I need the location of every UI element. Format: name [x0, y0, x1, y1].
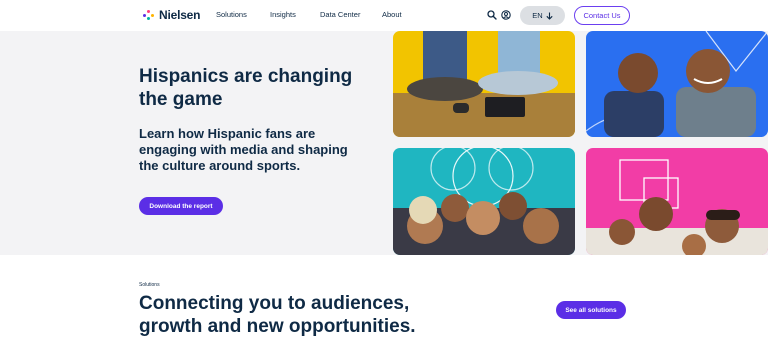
contact-us-button[interactable]: Contact Us — [574, 6, 630, 25]
nav-insights[interactable]: Insights — [270, 10, 296, 19]
section-title: Connecting you to audiences, growth and … — [139, 293, 416, 337]
hero-title: Hispanics are changing the game — [139, 66, 353, 110]
section-label: Solutions — [139, 282, 160, 288]
nav-solutions[interactable]: Solutions — [216, 10, 247, 19]
hero-photo-friends-sitting — [393, 31, 575, 137]
site-header: Nielsen Solutions Insights Data Center A… — [0, 0, 768, 31]
user-circle-icon[interactable] — [501, 10, 511, 20]
nielsen-logo[interactable]: Nielsen — [143, 8, 200, 22]
see-all-solutions-button[interactable]: See all solutions — [556, 301, 626, 319]
language-label: EN — [532, 11, 543, 20]
hero-photo-men-celebrating — [586, 31, 768, 137]
search-icon[interactable] — [487, 10, 497, 20]
nav-data-center[interactable]: Data Center — [320, 10, 360, 19]
nav-about[interactable]: About — [382, 10, 402, 19]
arrow-down-icon — [546, 12, 553, 20]
logo-text: Nielsen — [159, 8, 201, 22]
download-report-button[interactable]: Download the report — [139, 197, 223, 215]
language-selector[interactable]: EN — [520, 6, 565, 25]
hero-subtitle: Learn how Hispanic fans are engaging wit… — [139, 126, 348, 173]
hero-photo-group-selfie — [393, 148, 575, 255]
logo-dots-icon — [143, 9, 156, 21]
hero-photo-family — [586, 148, 768, 255]
